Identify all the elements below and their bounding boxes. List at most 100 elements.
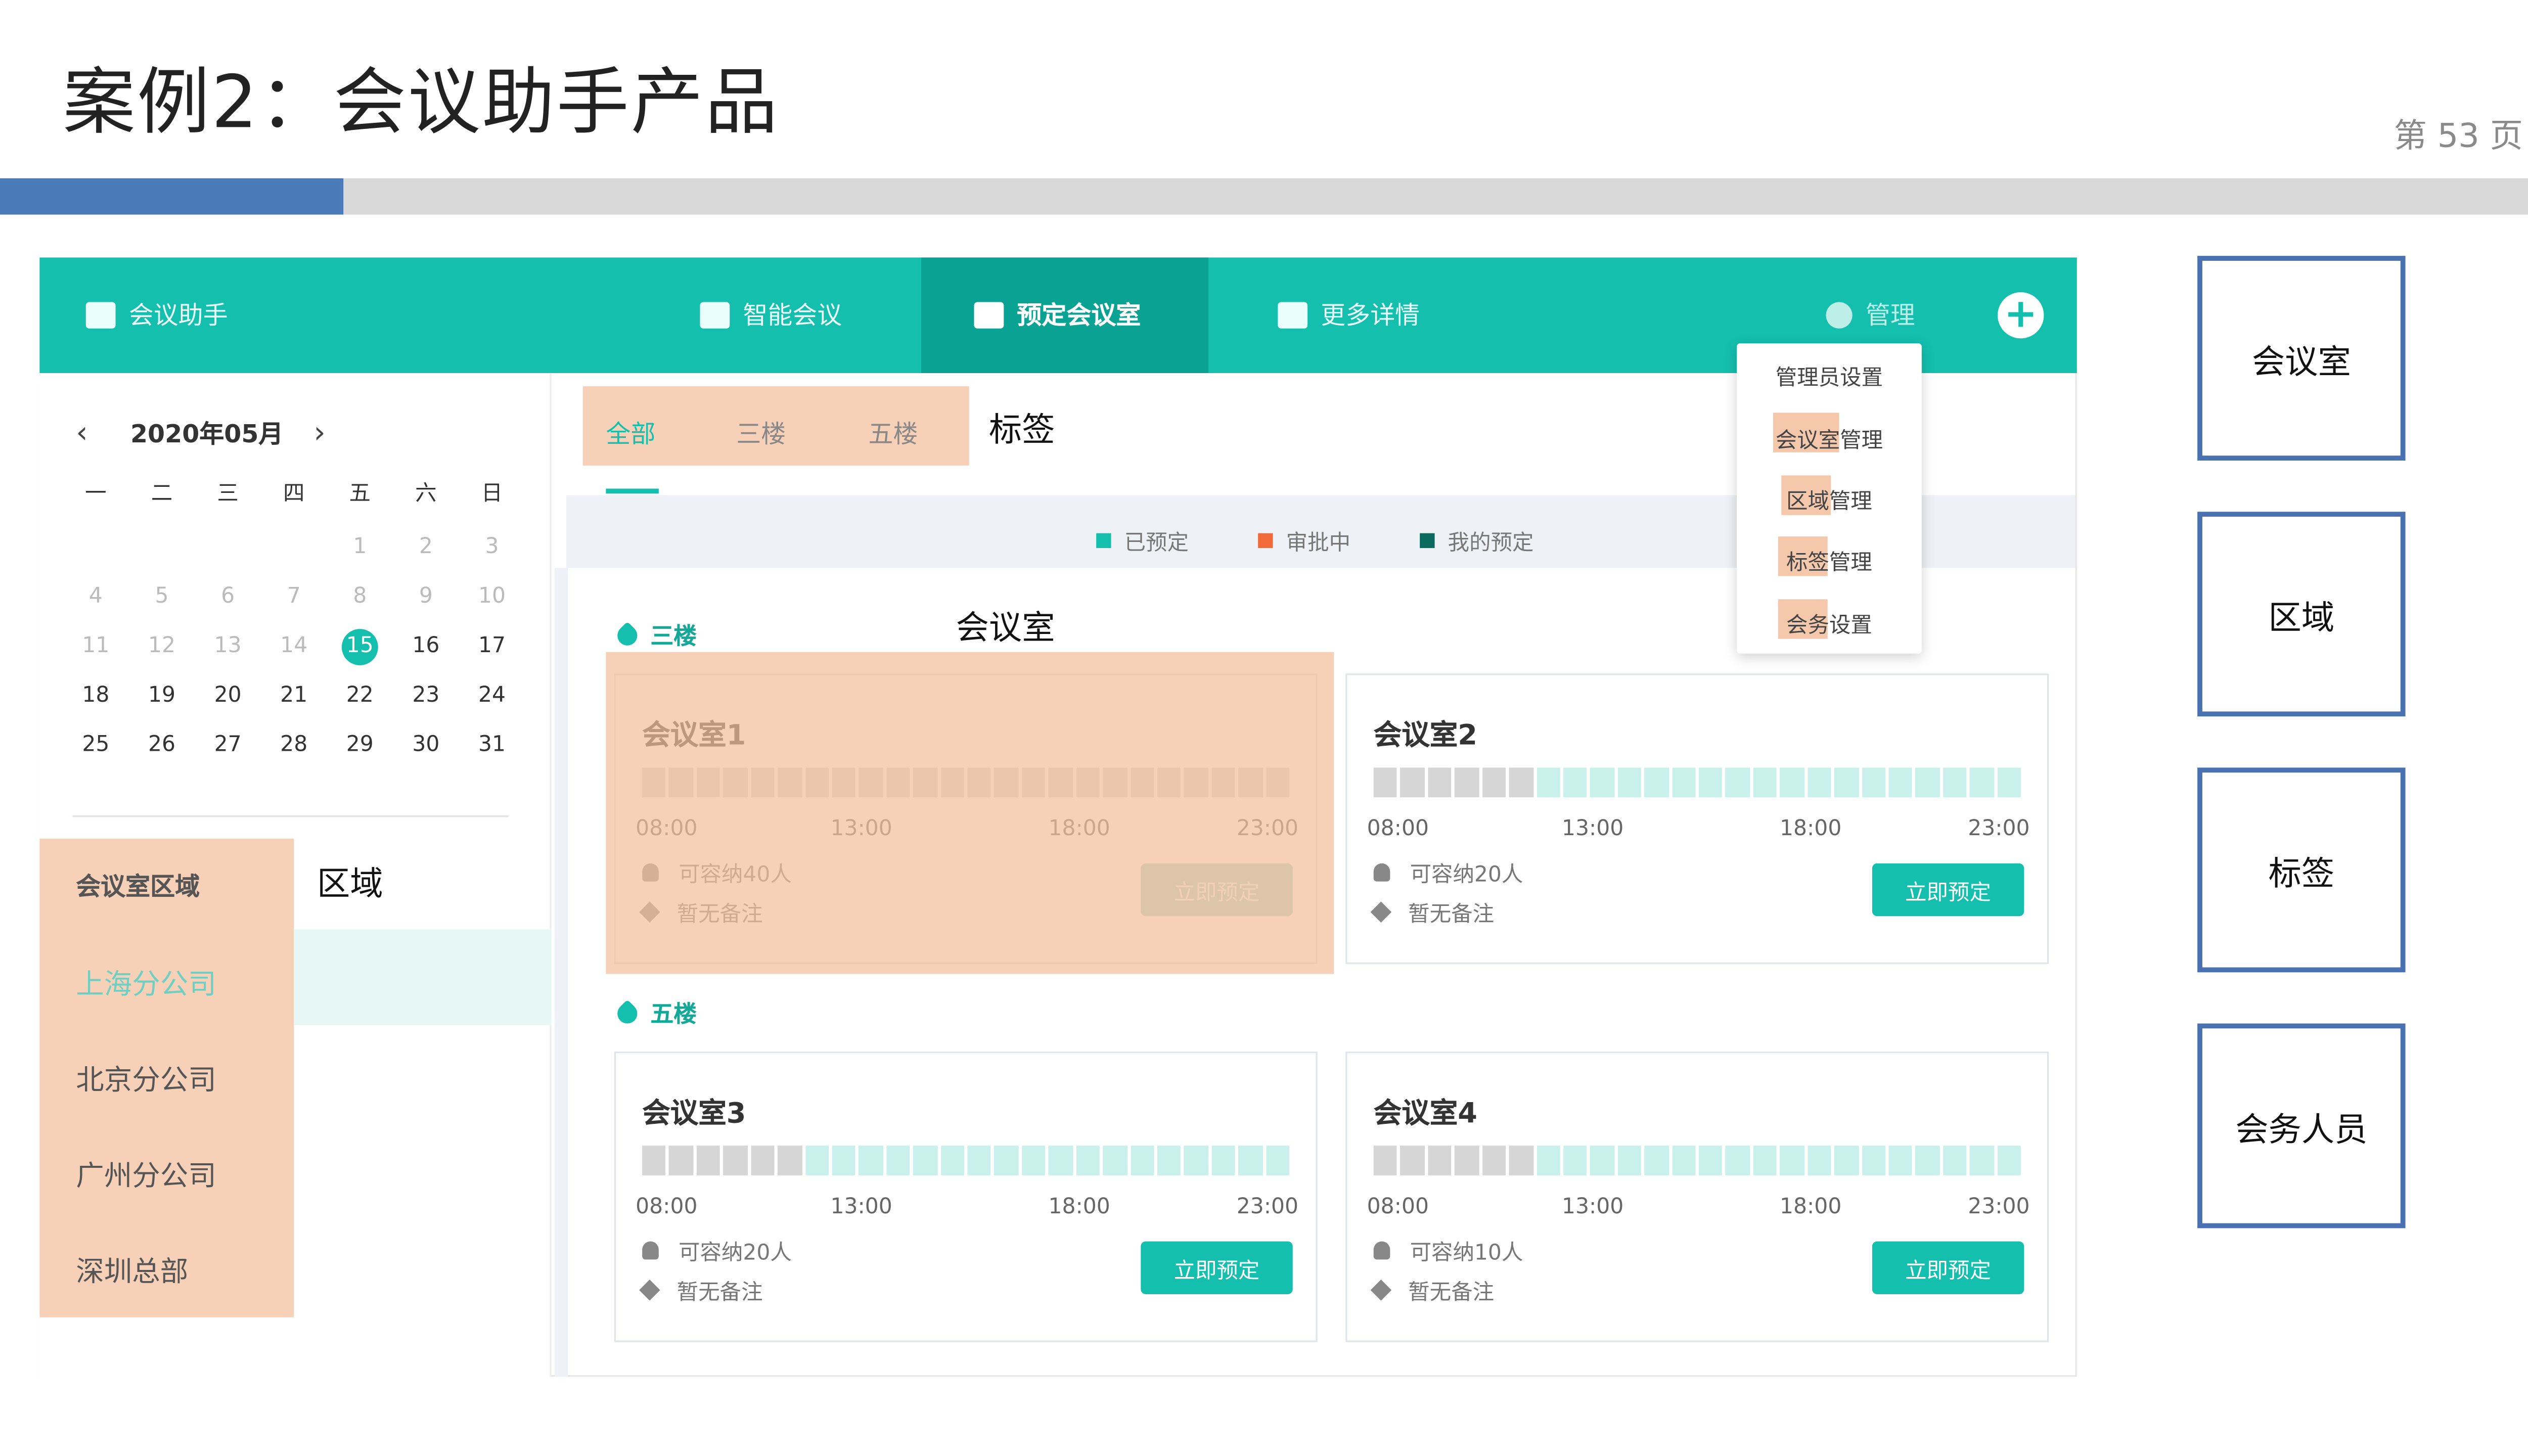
app-logo[interactable]: 会议助手 bbox=[85, 297, 228, 332]
time-slot[interactable] bbox=[1455, 1146, 1479, 1175]
time-slot[interactable] bbox=[1617, 1146, 1642, 1175]
time-slot[interactable] bbox=[1427, 767, 1452, 798]
time-slot[interactable] bbox=[1076, 1146, 1100, 1175]
time-slot[interactable] bbox=[967, 1146, 991, 1175]
time-slot[interactable] bbox=[1861, 1146, 1886, 1175]
time-slot[interactable] bbox=[1753, 767, 1777, 798]
time-slot[interactable] bbox=[1563, 767, 1588, 798]
add-button[interactable]: + bbox=[1998, 292, 2044, 339]
calendar-day[interactable]: 8 bbox=[327, 584, 393, 609]
time-slot[interactable] bbox=[1753, 1146, 1777, 1175]
time-slot[interactable] bbox=[1780, 1146, 1804, 1175]
time-slot[interactable] bbox=[832, 1146, 856, 1175]
menu-region-management[interactable]: 区域管理 bbox=[1737, 484, 1922, 515]
time-slot[interactable] bbox=[1563, 1146, 1588, 1175]
calendar-day[interactable]: 13 bbox=[195, 634, 261, 659]
menu-tag-management[interactable]: 标签管理 bbox=[1737, 545, 1922, 576]
time-slot[interactable] bbox=[1590, 767, 1614, 798]
time-slot[interactable] bbox=[886, 1146, 910, 1175]
time-slot[interactable] bbox=[1916, 767, 1940, 798]
room-card[interactable]: 会议室2 08:00 13:00 18:00 23:00 可容纳20人 暂无备注 立即预定 bbox=[1345, 673, 2049, 964]
time-slot[interactable] bbox=[1699, 767, 1723, 798]
calendar-day[interactable]: 1 bbox=[327, 535, 393, 560]
menu-admin-settings[interactable]: 管理员设置 bbox=[1737, 360, 1922, 391]
tab-all[interactable]: 全部 bbox=[606, 416, 655, 451]
time-slot[interactable] bbox=[1373, 1146, 1397, 1175]
room-card[interactable]: 会议室3 08:00 13:00 18:00 23:00 可容纳20人 暂无备注 立即预定 bbox=[614, 1051, 1318, 1342]
time-slot[interactable] bbox=[1644, 1146, 1669, 1175]
calendar-day[interactable]: 14 bbox=[261, 634, 327, 659]
calendar-day[interactable]: 30 bbox=[393, 733, 459, 758]
time-slot[interactable] bbox=[995, 1146, 1019, 1175]
time-slot[interactable] bbox=[1373, 767, 1397, 798]
time-slot[interactable] bbox=[1211, 1146, 1236, 1175]
time-slot[interactable] bbox=[1997, 767, 2021, 798]
calendar-day[interactable]: 15 bbox=[327, 629, 393, 665]
calendar-day[interactable]: 7 bbox=[261, 584, 327, 609]
calendar-day[interactable]: 20 bbox=[195, 684, 261, 708]
calendar-day[interactable]: 28 bbox=[261, 733, 327, 758]
calendar-day[interactable]: 26 bbox=[129, 733, 195, 758]
time-slot[interactable] bbox=[1916, 1146, 1940, 1175]
time-slot[interactable] bbox=[1807, 1146, 1831, 1175]
time-slot[interactable] bbox=[1482, 767, 1506, 798]
calendar-day[interactable]: 29 bbox=[327, 733, 393, 758]
time-slot[interactable] bbox=[1427, 1146, 1452, 1175]
time-slot[interactable] bbox=[1509, 1146, 1533, 1175]
time-slot[interactable] bbox=[724, 1146, 748, 1175]
time-slot[interactable] bbox=[940, 1146, 965, 1175]
time-slot[interactable] bbox=[1401, 767, 1425, 798]
time-slot[interactable] bbox=[1726, 1146, 1750, 1175]
time-slot[interactable] bbox=[778, 1146, 802, 1175]
time-slot[interactable] bbox=[1617, 767, 1642, 798]
calendar-day[interactable]: 3 bbox=[459, 535, 525, 560]
time-slot[interactable] bbox=[1590, 1146, 1614, 1175]
calendar-day[interactable]: 11 bbox=[63, 634, 129, 659]
time-slot[interactable] bbox=[1021, 1146, 1046, 1175]
time-slot[interactable] bbox=[1997, 1146, 2021, 1175]
time-slot[interactable] bbox=[642, 1146, 666, 1175]
tab-floor-5[interactable]: 五楼 bbox=[869, 416, 918, 451]
time-slot[interactable] bbox=[1861, 767, 1886, 798]
calendar-day[interactable]: 23 bbox=[393, 684, 459, 708]
time-slot[interactable] bbox=[1672, 767, 1696, 798]
book-now-button[interactable]: 立即预定 bbox=[1872, 863, 2024, 917]
time-slot[interactable] bbox=[750, 1146, 775, 1175]
time-slot[interactable] bbox=[1834, 767, 1859, 798]
time-slot[interactable] bbox=[1536, 767, 1560, 798]
time-slot[interactable] bbox=[804, 1146, 829, 1175]
nav-more-details[interactable]: 更多详情 bbox=[1278, 297, 1420, 332]
time-slot[interactable] bbox=[1536, 1146, 1560, 1175]
next-month-button[interactable]: › bbox=[313, 416, 326, 451]
calendar-day[interactable]: 21 bbox=[261, 684, 327, 708]
time-slot[interactable] bbox=[1699, 1146, 1723, 1175]
calendar-day[interactable]: 24 bbox=[459, 684, 525, 708]
time-slot[interactable] bbox=[1482, 1146, 1506, 1175]
time-slot[interactable] bbox=[913, 1146, 937, 1175]
region-item-shanghai[interactable]: 上海分公司 bbox=[76, 961, 216, 1002]
calendar-day[interactable]: 27 bbox=[195, 733, 261, 758]
time-slot[interactable] bbox=[1943, 1146, 1967, 1175]
time-slot[interactable] bbox=[1888, 1146, 1913, 1175]
nav-smart-meeting[interactable]: 智能会议 bbox=[700, 297, 842, 332]
region-item-shenzhen[interactable]: 深圳总部 bbox=[76, 1248, 188, 1289]
time-slot[interactable] bbox=[1834, 1146, 1859, 1175]
time-slot[interactable] bbox=[1049, 1146, 1073, 1175]
calendar-day[interactable]: 25 bbox=[63, 733, 129, 758]
time-slot[interactable] bbox=[1726, 767, 1750, 798]
prev-month-button[interactable]: ‹ bbox=[76, 416, 88, 451]
book-now-button[interactable]: 立即预定 bbox=[1872, 1241, 2024, 1294]
time-slot[interactable] bbox=[1970, 1146, 1994, 1175]
time-slot[interactable] bbox=[1157, 1146, 1182, 1175]
time-slot[interactable] bbox=[1644, 767, 1669, 798]
calendar-day[interactable]: 12 bbox=[129, 634, 195, 659]
region-item-beijing[interactable]: 北京分公司 bbox=[76, 1057, 216, 1098]
time-slot[interactable] bbox=[1184, 1146, 1208, 1175]
time-slot[interactable] bbox=[696, 1146, 720, 1175]
calendar-day[interactable]: 19 bbox=[129, 684, 195, 708]
calendar-day[interactable]: 5 bbox=[129, 584, 195, 609]
time-slot[interactable] bbox=[1888, 767, 1913, 798]
time-slot[interactable] bbox=[1807, 767, 1831, 798]
nav-book-room[interactable]: 预定会议室 bbox=[974, 297, 1141, 332]
calendar-day[interactable]: 31 bbox=[459, 733, 525, 758]
